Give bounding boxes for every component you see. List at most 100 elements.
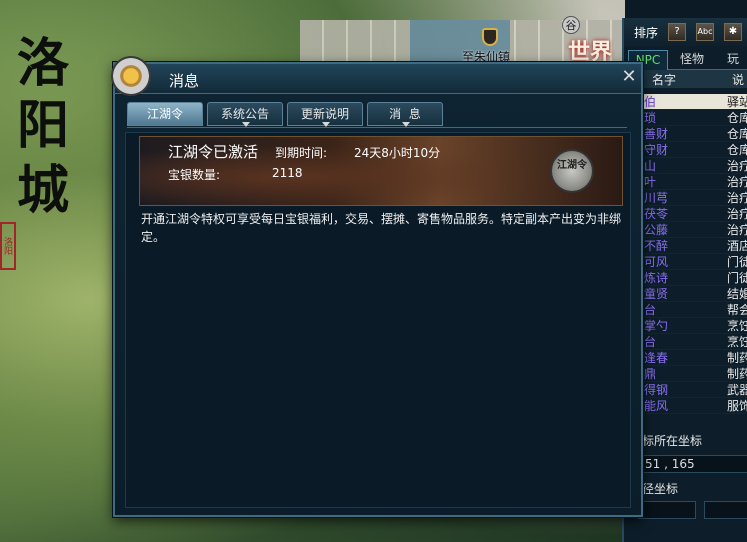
tab-update-notes[interactable]: 更新说明	[287, 102, 363, 127]
npc-role: 治疗	[727, 175, 747, 189]
chevron-down-icon	[402, 122, 410, 127]
npc-role: 仓库	[727, 143, 747, 157]
header-desc: 说	[732, 73, 745, 87]
seal-stamp: 洛阳	[0, 222, 16, 270]
npc-name: 童贤	[644, 287, 669, 301]
dialog-title-bar[interactable]: 消息 ✕	[115, 64, 641, 94]
npc-row[interactable]: 山 治疗	[644, 158, 747, 174]
npc-row[interactable]: 公藤 治疗	[644, 222, 747, 238]
location-marker-icon[interactable]	[482, 28, 498, 46]
close-icon[interactable]: ✕	[620, 68, 638, 87]
city-name-char-2: 阳	[16, 95, 69, 156]
npc-role: 制药	[727, 351, 747, 365]
npc-row[interactable]: 得钢 武器	[644, 382, 747, 398]
npc-row[interactable]: 叶 治疗	[644, 174, 747, 190]
header-name: 名字	[652, 73, 677, 87]
npc-role: 帮会	[727, 303, 747, 317]
npc-role: 烹饪	[727, 335, 747, 349]
tab-label: 更新说明	[300, 107, 349, 121]
tab-messages[interactable]: 消 息	[367, 102, 443, 127]
expire-value: 24天8小时10分	[354, 146, 441, 160]
npc-role: 门徒	[727, 255, 747, 269]
silver-value: 2118	[272, 166, 303, 180]
npc-name: 琐	[644, 111, 657, 125]
npc-row[interactable]: 台 烹饪	[644, 334, 747, 350]
npc-name: 善财	[644, 127, 669, 141]
npc-name: 不醉	[644, 239, 669, 253]
npc-row[interactable]: 童贤 结婚	[644, 286, 747, 302]
npc-row[interactable]: 炼诗 门徒	[644, 270, 747, 286]
path-y-input[interactable]	[704, 501, 747, 519]
npc-row[interactable]: 伯 驿站	[644, 94, 747, 110]
city-name-char-1: 洛	[16, 33, 69, 94]
pin-icon[interactable]: ✱	[724, 23, 742, 41]
npc-role: 结婚	[727, 287, 747, 301]
npc-role: 服饰	[727, 399, 747, 413]
npc-role: 仓库	[727, 127, 747, 141]
jianghu-ling-banner: 江湖令已激活 到期时间: 24天8小时10分 宝银数量: 2118 江湖令	[139, 136, 623, 206]
chevron-down-icon	[242, 122, 250, 127]
npc-role: 酒店	[727, 239, 747, 253]
tab-label: 江湖令	[146, 107, 183, 121]
privilege-description: 开通江湖令特权可享受每日宝银福利，交易、摆摊、寄售物品服务。特定副本产出变为非绑…	[141, 212, 622, 244]
npc-name: 守财	[644, 143, 669, 157]
dialog-tabs: 江湖令 系统公告 更新说明 消 息	[127, 102, 627, 128]
npc-name: 掌勺	[644, 319, 669, 333]
npc-name: 鼎	[644, 367, 657, 381]
npc-row[interactable]: 鼎 制药	[644, 366, 747, 382]
npc-row[interactable]: 川芎 治疗	[644, 190, 747, 206]
tab-label: 消 息	[389, 107, 421, 121]
help-button[interactable]: ?	[668, 23, 686, 41]
tab-system-notice[interactable]: 系统公告	[207, 102, 283, 127]
npc-row[interactable]: 守财 仓库	[644, 142, 747, 158]
npc-role: 门徒	[727, 271, 747, 285]
expire-label: 到期时间:	[275, 146, 328, 160]
gear-icon	[111, 56, 151, 96]
npc-row[interactable]: 能风 服饰	[644, 398, 747, 414]
sort-alpha-button[interactable]: Abc	[696, 23, 714, 41]
npc-row[interactable]: 台 帮会	[644, 302, 747, 318]
tab-player[interactable]: 玩	[718, 50, 747, 70]
path-x-input[interactable]	[638, 501, 696, 519]
npc-role: 驿站	[727, 95, 747, 109]
banner-title: 江湖令已激活	[168, 143, 259, 161]
npc-name: 茯苓	[644, 207, 669, 221]
message-dialog: 消息 ✕ 江湖令 系统公告 更新说明 消 息 江湖令已激活 到期时间: 24天8…	[111, 56, 643, 517]
npc-row[interactable]: 琐 仓库	[644, 110, 747, 126]
npc-role: 治疗	[727, 223, 747, 237]
npc-name: 逢春	[644, 351, 669, 365]
target-coord-label: 标所在坐标	[642, 434, 703, 448]
tab-jianghu-ling[interactable]: 江湖令	[127, 102, 203, 126]
npc-row[interactable]: 茯苓 治疗	[644, 206, 747, 222]
npc-name: 伯	[644, 95, 657, 109]
tab-monster[interactable]: 怪物	[672, 50, 712, 70]
npc-role: 治疗	[727, 191, 747, 205]
tab-label: 系统公告	[220, 107, 269, 121]
npc-role: 仓库	[727, 111, 747, 125]
silver-label: 宝银数量:	[168, 168, 221, 182]
npc-list: 伯驿站琐仓库 善财 仓库 守财 仓库山治疗叶治疗 川芎 治疗 茯苓 治疗 公藤 治疗 不醉 酒店 可风 门徒…	[644, 94, 747, 414]
npc-toolbar: 排序 ? Abc ✱	[624, 18, 747, 46]
npc-name: 炼诗	[644, 271, 669, 285]
dialog-title: 消息	[169, 72, 200, 90]
npc-row[interactable]: 善财 仓库	[644, 126, 747, 142]
npc-row[interactable]: 不醉 酒店	[644, 238, 747, 254]
target-coord-value: 51 , 165	[638, 455, 747, 473]
jianghu-token-icon: 江湖令	[550, 149, 594, 193]
npc-role: 制药	[727, 367, 747, 381]
path-coord-label: 径坐标	[642, 482, 679, 496]
npc-name: 叶	[644, 175, 657, 189]
npc-name: 能风	[644, 399, 669, 413]
npc-name: 川芎	[644, 191, 669, 205]
npc-row[interactable]: 逢春 制药	[644, 350, 747, 366]
npc-row[interactable]: 掌勺 烹饪	[644, 318, 747, 334]
sort-label: 排序	[634, 26, 659, 40]
npc-role: 治疗	[727, 159, 747, 173]
game-screen: 洛 阳 城 洛阳 至朱仙镇 谷 世界 玉灶 排序 ? Abc ✱ NPC 怪物 …	[0, 0, 747, 542]
npc-name: 台	[644, 303, 657, 317]
npc-role: 烹饪	[727, 319, 747, 333]
npc-name: 可风	[644, 255, 669, 269]
chevron-down-icon	[322, 122, 330, 127]
npc-name: 公藤	[644, 223, 669, 237]
npc-row[interactable]: 可风 门徒	[644, 254, 747, 270]
